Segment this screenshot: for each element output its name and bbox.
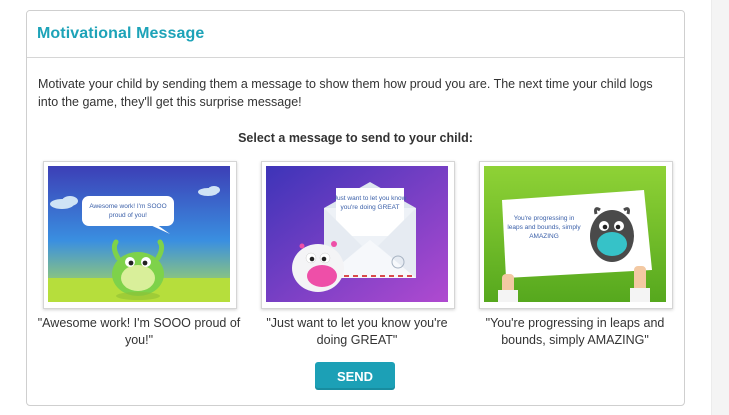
panel-header: Motivational Message [27, 11, 684, 58]
select-message-heading: Select a message to send to your child: [238, 131, 473, 145]
art-text-line: leaps and bounds, simply [507, 224, 581, 231]
message-card-amazing[interactable]: You're progressing in leaps and bounds, … [479, 161, 673, 309]
motivational-message-panel: Motivational Message Motivate your child… [26, 10, 685, 406]
message-caption-proud: "Awesome work! I'm SOOO proud of you!" [37, 316, 241, 347]
art-text-line: proud of you! [109, 212, 147, 219]
art-text-line: You're progressing in [514, 215, 575, 222]
panel-description: Motivate your child by sending them a me… [38, 77, 653, 109]
message-caption-amazing: "You're progressing in leaps and bounds,… [485, 316, 665, 347]
page-scrollbar[interactable] [711, 0, 729, 415]
message-card-image-great: Just want to let you know you're doing G… [266, 166, 448, 302]
message-card-proud[interactable]: Awesome work! I'm SOOO proud of you! [43, 161, 237, 309]
art-text-line: Just want to let you know [334, 195, 407, 202]
send-button[interactable]: SEND [315, 362, 395, 390]
panel-title: Motivational Message [37, 25, 205, 42]
message-card-image-proud: Awesome work! I'm SOOO proud of you! [48, 166, 230, 302]
art-text-line: AMAZING [529, 233, 559, 240]
message-card-great[interactable]: Just want to let you know you're doing G… [261, 161, 455, 309]
art-text-line: you're doing GREAT [341, 204, 400, 211]
message-caption-great: "Just want to let you know you're doing … [266, 316, 448, 347]
message-card-image-amazing: You're progressing in leaps and bounds, … [484, 166, 666, 302]
art-text-line: Awesome work! I'm SOOO [89, 203, 166, 210]
